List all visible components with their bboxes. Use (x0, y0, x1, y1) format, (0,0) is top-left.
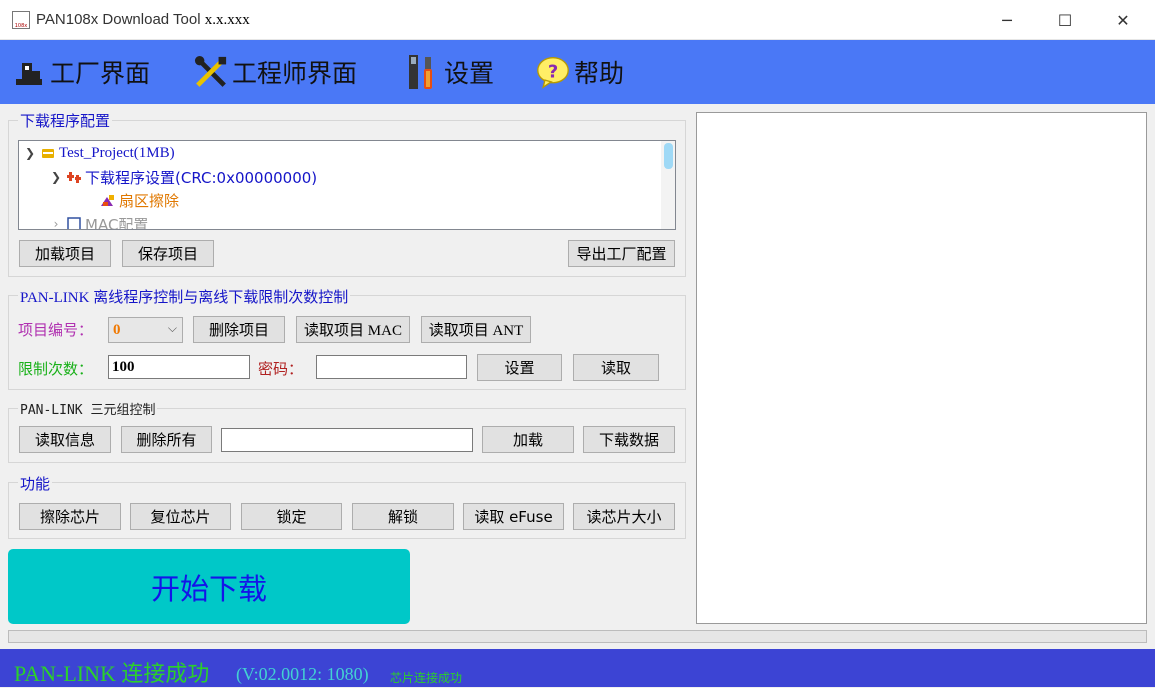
chevron-down-icon[interactable]: ❯ (23, 146, 37, 160)
read-info-button[interactable]: 读取信息 (19, 426, 111, 453)
lock-button[interactable]: 锁定 (241, 503, 342, 530)
app-icon: 108x (12, 11, 30, 29)
app-icon-text: 108x (14, 23, 28, 29)
window-title-version: x.x.xxx (204, 12, 250, 28)
password-input[interactable] (316, 355, 467, 379)
chevron-down-icon: ⌵ (167, 321, 177, 335)
read-project-mac-button[interactable]: 读取项目 MAC (296, 316, 410, 343)
close-button[interactable]: ✕ (1094, 0, 1152, 40)
tree-project-label: Test_Project(1MB) (59, 144, 175, 161)
chevron-right-icon[interactable]: › (49, 217, 63, 229)
tree-item-project[interactable]: ❯ Test_Project(1MB) (23, 142, 175, 164)
erase-chip-button[interactable]: 擦除芯片 (19, 503, 121, 530)
export-factory-config-button[interactable]: 导出工厂配置 (568, 240, 675, 267)
tree-item-mac-config[interactable]: › MAC配置 (49, 213, 149, 230)
progress-bar (8, 630, 1147, 643)
mac-config-icon (63, 217, 85, 229)
delete-project-button[interactable]: 删除项目 (193, 316, 285, 343)
screwdriver-wrench-icon (406, 52, 440, 92)
read-project-ant-button[interactable]: 读取项目 ANT (421, 316, 531, 343)
maximize-icon: ☐ (1057, 10, 1073, 30)
limit-count-input[interactable]: 100 (108, 355, 250, 379)
start-download-button[interactable]: 开始下载 (8, 549, 410, 624)
offline-control-legend: PAN-LINK 离线程序控制与离线下载限制次数控制 (18, 286, 351, 307)
chevron-down-icon[interactable]: ❯ (49, 170, 63, 184)
menu-factory-label: 工厂界面 (50, 59, 151, 88)
read-chip-size-button[interactable]: 读芯片大小 (573, 503, 675, 530)
menu-settings-label: 设置 (444, 59, 495, 88)
project-number-select[interactable]: 0 ⌵ (108, 317, 183, 343)
help-icon: ? (536, 52, 570, 92)
offline-control-legend-text: PAN-LINK 离线程序控制与离线下载限制次数控制 (20, 290, 349, 306)
window-title-name: PAN108x Download Tool (36, 11, 201, 28)
download-config-legend: 下载程序配置 (18, 110, 113, 131)
tree-mac-config-label: MAC配置 (85, 215, 149, 230)
load-triple-button[interactable]: 加载 (482, 426, 574, 453)
firmware-version: (V:02.0012: 1080) (236, 664, 369, 684)
svg-text:?: ? (548, 61, 558, 82)
menu-engineer-label: 工程师界面 (232, 59, 358, 88)
tree-item-sector-erase[interactable]: 扇区擦除 (97, 189, 179, 211)
reset-chip-button[interactable]: 复位芯片 (130, 503, 231, 530)
menu-settings[interactable]: 设置 (406, 40, 494, 104)
log-panel[interactable] (696, 112, 1147, 624)
close-icon: ✕ (1116, 10, 1130, 30)
project-tree[interactable]: ❯ Test_Project(1MB) ❯ 下载程序设置(CRC:0x00000… (18, 140, 676, 230)
menu-help[interactable]: ? 帮助 (536, 40, 624, 104)
connection-status: PAN-LINK 连接成功 (14, 661, 210, 686)
tools-icon (194, 52, 228, 92)
factory-icon (12, 52, 46, 92)
tree-sector-erase-label: 扇区擦除 (119, 191, 180, 210)
read-limit-button[interactable]: 读取 (573, 354, 659, 381)
folder-icon (37, 148, 59, 158)
limit-count-label: 限制次数： (18, 360, 94, 378)
menu-factory[interactable]: 工厂界面 (12, 40, 150, 104)
triple-input[interactable] (221, 428, 473, 452)
project-number-value: 0 (113, 321, 121, 338)
password-label: 密码： (258, 360, 304, 378)
minimize-icon: ─ (1002, 10, 1012, 30)
download-data-button[interactable]: 下载数据 (583, 426, 675, 453)
triple-control-legend: PAN-LINK 三元组控制 (18, 399, 158, 418)
save-project-button[interactable]: 保存项目 (122, 240, 214, 267)
menu-help-label: 帮助 (574, 59, 625, 88)
delete-all-button[interactable]: 删除所有 (121, 426, 212, 453)
window-title: PAN108x Download Tool x.x.xxx (36, 11, 250, 29)
tree-item-download-settings[interactable]: ❯ 下载程序设置(CRC:0x00000000) (49, 166, 317, 188)
functions-legend: 功能 (18, 473, 53, 494)
load-project-button[interactable]: 加载项目 (19, 240, 111, 267)
tree-scrollbar-thumb[interactable] (664, 143, 673, 169)
erase-icon (97, 194, 119, 206)
settings-node-icon (63, 171, 85, 183)
set-limit-button[interactable]: 设置 (477, 354, 562, 381)
chip-connection-status: 芯片连接成功 (390, 671, 463, 685)
tree-download-settings-label: 下载程序设置(CRC:0x00000000) (85, 168, 318, 187)
menu-engineer[interactable]: 工程师界面 (194, 40, 357, 104)
read-efuse-button[interactable]: 读取 eFuse (463, 503, 564, 530)
unlock-button[interactable]: 解锁 (352, 503, 454, 530)
project-number-label: 项目编号： (18, 321, 94, 339)
minimize-button[interactable]: ─ (978, 0, 1036, 40)
maximize-button[interactable]: ☐ (1036, 0, 1094, 40)
